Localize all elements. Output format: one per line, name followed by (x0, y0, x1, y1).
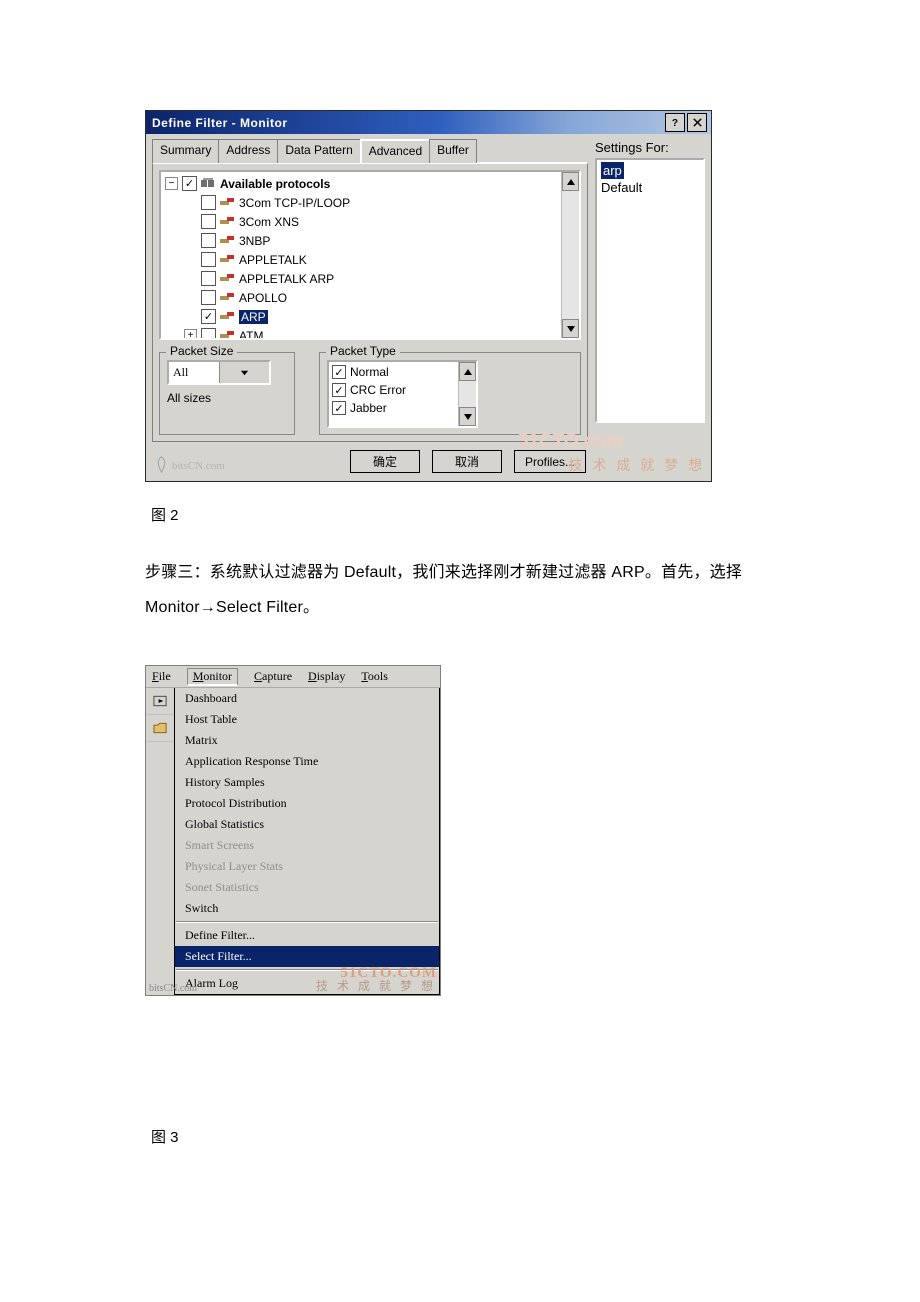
menu-item: Sonet Statistics (175, 877, 439, 898)
tree-item[interactable]: 3NBP (163, 231, 577, 250)
toolbar-open-icon[interactable] (146, 715, 174, 742)
tree-root[interactable]: − ✓ Available protocols (163, 174, 577, 193)
collapse-icon[interactable]: − (165, 177, 178, 190)
menu-item: Physical Layer Stats (175, 856, 439, 877)
group-label: Packet Size (166, 344, 237, 358)
menu-capture[interactable]: Capture (254, 669, 292, 684)
watermark-text: 技 术 成 就 梦 想 (569, 455, 705, 475)
tab-buffer[interactable]: Buffer (429, 139, 477, 163)
packet-type-group: Packet Type ✓Normal ✓CRC Error ✓Jabber (319, 352, 581, 435)
protocol-icon (220, 329, 234, 340)
scroll-down-icon[interactable] (562, 319, 579, 338)
menu-item[interactable]: Select Filter... (175, 946, 439, 967)
menu-item[interactable]: Switch (175, 898, 439, 919)
scrollbar[interactable] (458, 362, 476, 426)
menu-item[interactable]: Matrix (175, 730, 439, 751)
cancel-button[interactable]: 取消 (432, 450, 502, 473)
svg-text:?: ? (671, 118, 678, 128)
define-filter-dialog: Define Filter - Monitor ? Summary Addres… (145, 110, 712, 482)
help-button[interactable]: ? (665, 113, 685, 132)
protocol-icon (220, 272, 234, 285)
protocol-icon (220, 215, 234, 228)
tab-advanced[interactable]: Advanced (360, 139, 430, 163)
tab-strip: Summary Address Data Pattern Advanced Bu… (152, 138, 588, 162)
packet-size-group: Packet Size All All sizes (159, 352, 295, 435)
menu-display[interactable]: Display (308, 669, 345, 684)
protocol-icon (220, 291, 234, 304)
menu-bar: File Monitor Capture Display Tools (146, 666, 440, 688)
checkbox[interactable]: ✓ (201, 309, 216, 324)
group-label: Packet Type (326, 344, 400, 358)
menu-item[interactable]: History Samples (175, 772, 439, 793)
menu-item[interactable]: Define Filter... (175, 925, 439, 946)
packet-size-note: All sizes (167, 391, 287, 405)
menu-item: Smart Screens (175, 835, 439, 856)
close-button[interactable] (687, 113, 707, 132)
tree-item[interactable]: 3Com TCP-IP/LOOP (163, 193, 577, 212)
dropdown-menu: DashboardHost TableMatrixApplication Res… (174, 688, 440, 995)
scroll-down-icon[interactable] (459, 407, 476, 426)
menu-file[interactable]: File (152, 669, 171, 684)
monitor-menu-figure: File Monitor Capture Display Tools Dashb… (145, 665, 441, 996)
protocol-icon (220, 234, 234, 247)
chevron-down-icon[interactable] (219, 362, 270, 383)
checkbox[interactable]: ✓ (182, 176, 197, 191)
scrollbar[interactable] (561, 172, 579, 338)
menu-item[interactable]: Dashboard (175, 688, 439, 709)
list-item[interactable]: ✓Normal (329, 363, 476, 381)
scroll-up-icon[interactable] (562, 172, 579, 191)
protocol-icon (220, 253, 234, 266)
watermark-text: 技 术 成 就 梦 想 (316, 977, 436, 994)
toolbar-play-icon[interactable] (146, 688, 174, 715)
tab-data-pattern[interactable]: Data Pattern (277, 139, 360, 163)
protocol-tree[interactable]: − ✓ Available protocols 3Com TCP-IP/LOOP… (159, 170, 581, 340)
tree-item[interactable]: 3Com XNS (163, 212, 577, 231)
packet-size-select[interactable]: All (167, 360, 271, 385)
list-item-selected[interactable]: arp (601, 162, 624, 179)
tab-pane: − ✓ Available protocols 3Com TCP-IP/LOOP… (152, 162, 588, 442)
tree-item[interactable]: APPLETALK (163, 250, 577, 269)
menu-item[interactable]: Global Statistics (175, 814, 439, 835)
menu-item[interactable]: Host Table (175, 709, 439, 730)
tree-item[interactable]: APPLETALK ARP (163, 269, 577, 288)
menu-separator (176, 921, 438, 923)
menu-item[interactable]: Application Response Time (175, 751, 439, 772)
watermark-site: bitsCN.com (149, 983, 197, 994)
protocol-icon (220, 310, 234, 323)
list-item[interactable]: ✓CRC Error (329, 381, 476, 399)
body-paragraph: 步骤三：系统默认过滤器为 Default，我们来选择刚才新建过滤器 ARP。首先… (145, 555, 775, 625)
tree-item[interactable]: APOLLO (163, 288, 577, 307)
list-item[interactable]: Default (601, 179, 699, 196)
tab-address[interactable]: Address (218, 139, 278, 163)
packet-type-list[interactable]: ✓Normal ✓CRC Error ✓Jabber (327, 360, 478, 428)
watermark-logo: 51CTO.com (518, 431, 623, 453)
figure-caption: 图 3 (151, 1126, 775, 1147)
protocol-icon (220, 196, 234, 209)
menu-monitor[interactable]: Monitor (187, 668, 238, 686)
tree-item[interactable]: +ATM (163, 326, 577, 340)
settings-list[interactable]: arp Default (595, 158, 705, 423)
menu-item[interactable]: Protocol Distribution (175, 793, 439, 814)
protocol-root-icon (201, 177, 215, 190)
figure-caption: 图 2 (151, 504, 775, 525)
expand-icon[interactable]: + (184, 329, 197, 340)
tree-item-selected[interactable]: ✓ARP (163, 307, 577, 326)
menu-tools[interactable]: Tools (361, 669, 388, 684)
title-bar: Define Filter - Monitor ? (146, 111, 711, 134)
ok-button[interactable]: 确定 (350, 450, 420, 473)
tab-summary[interactable]: Summary (152, 139, 219, 163)
scroll-up-icon[interactable] (459, 362, 476, 381)
dialog-title: Define Filter - Monitor (152, 116, 663, 130)
watermark-site: bitsCN.com (153, 456, 225, 473)
list-item[interactable]: ✓Jabber (329, 399, 476, 417)
toolbar (146, 688, 174, 742)
settings-for-label: Settings For: (595, 140, 705, 155)
